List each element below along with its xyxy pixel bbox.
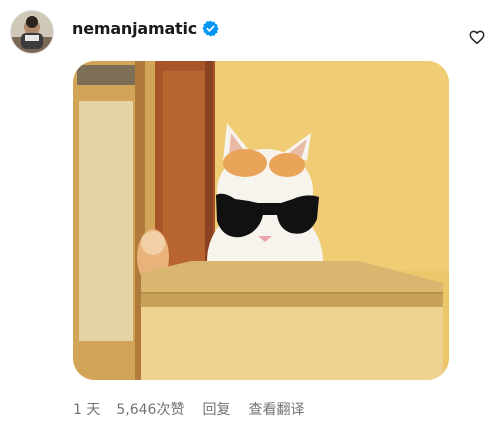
- like-button[interactable]: [468, 28, 486, 46]
- heart-outline-icon: [469, 30, 485, 45]
- comment-header: nemanjamatic: [72, 16, 219, 40]
- username[interactable]: nemanjamatic: [72, 19, 197, 38]
- comment-media-image[interactable]: [73, 61, 449, 380]
- comment-item: nemanjamatic 1 天 5,646次赞 回复 查看翻译: [0, 0, 500, 440]
- verified-badge-icon: [202, 20, 219, 37]
- reply-button[interactable]: 回复: [202, 399, 230, 419]
- comment-footer: 1 天 5,646次赞 回复 查看翻译: [73, 399, 304, 419]
- see-translation-button[interactable]: 查看翻译: [248, 399, 304, 419]
- user-avatar[interactable]: [10, 10, 54, 54]
- comment-like-count[interactable]: 5,646次赞: [116, 399, 184, 419]
- comment-age[interactable]: 1 天: [73, 399, 100, 419]
